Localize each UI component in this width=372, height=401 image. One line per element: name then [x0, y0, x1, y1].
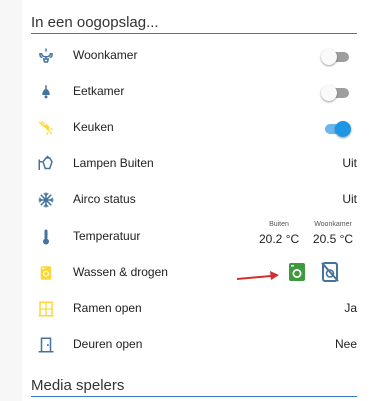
thermometer-icon	[36, 227, 56, 247]
entity-state: Nee	[334, 337, 357, 351]
entity-state: Uit	[342, 156, 357, 170]
media-section-divider	[31, 396, 357, 397]
temperature-woonkamer[interactable]: Woonkamer 20.5 °C	[309, 219, 357, 246]
keuken-toggle[interactable]	[321, 121, 351, 137]
entity-label: Lampen Buiten	[73, 156, 154, 170]
entity-row-airco-status[interactable]: Airco status Uit	[22, 182, 372, 218]
entity-label: Temperatuur	[73, 229, 141, 243]
toggle-knob	[321, 49, 337, 65]
entity-label: Deuren open	[73, 337, 143, 351]
washing-machine-icon	[36, 263, 56, 283]
window-icon	[36, 299, 56, 319]
spotlight-icon	[36, 118, 56, 138]
entity-row-ramen-open[interactable]: Ramen open Ja	[22, 291, 372, 327]
temperature-values: Buiten 20.2 °C Woonkamer 20.5 °C	[237, 219, 357, 255]
media-section-title: Media spelers	[31, 377, 125, 394]
chandelier-icon	[36, 46, 56, 66]
entity-row-lampen-buiten[interactable]: Lampen Buiten Uit	[22, 146, 372, 182]
entity-label: Woonkamer	[73, 48, 138, 62]
entity-row-temperatuur[interactable]: Temperatuur Buiten 20.2 °C Woonkamer 20.…	[22, 219, 372, 255]
entity-label: Keuken	[73, 120, 114, 134]
entity-label: Airco status	[73, 192, 136, 206]
dryer-off-icon[interactable]	[321, 262, 339, 282]
temperature-value: 20.2 °C	[259, 232, 300, 246]
overview-section-divider	[31, 33, 357, 34]
door-icon	[36, 335, 56, 355]
snowflake-off-icon	[36, 190, 56, 210]
temperature-name: Buiten	[269, 221, 289, 228]
temperature-buiten[interactable]: Buiten 20.2 °C	[259, 219, 299, 246]
appliance-status-icons	[236, 260, 357, 286]
entity-state: Ja	[344, 301, 357, 315]
entity-row-keuken[interactable]: Keuken	[22, 110, 372, 146]
entity-row-woonkamer[interactable]: Woonkamer	[22, 38, 372, 74]
temperature-name: Woonkamer	[314, 221, 352, 228]
entity-row-wassen-drogen[interactable]: Wassen & drogen	[22, 255, 372, 291]
entity-state: Uit	[342, 192, 357, 206]
entity-row-eetkamer[interactable]: Eetkamer	[22, 74, 372, 110]
overview-section-title: In een oogopslag...	[31, 14, 159, 31]
outdoor-lamp-icon	[36, 154, 56, 174]
temperature-value: 20.5 °C	[312, 232, 354, 246]
entity-row-deuren-open[interactable]: Deuren open Nee	[22, 327, 372, 363]
washer-status-icon[interactable]	[288, 262, 306, 282]
toggle-knob	[321, 85, 337, 101]
entity-label: Ramen open	[73, 301, 142, 315]
ceiling-light-icon	[36, 82, 56, 102]
entity-label: Eetkamer	[73, 84, 125, 98]
toggle-knob	[335, 121, 351, 137]
eetkamer-toggle[interactable]	[321, 85, 351, 101]
entity-label: Wassen & drogen	[73, 265, 168, 279]
woonkamer-toggle[interactable]	[321, 49, 351, 65]
